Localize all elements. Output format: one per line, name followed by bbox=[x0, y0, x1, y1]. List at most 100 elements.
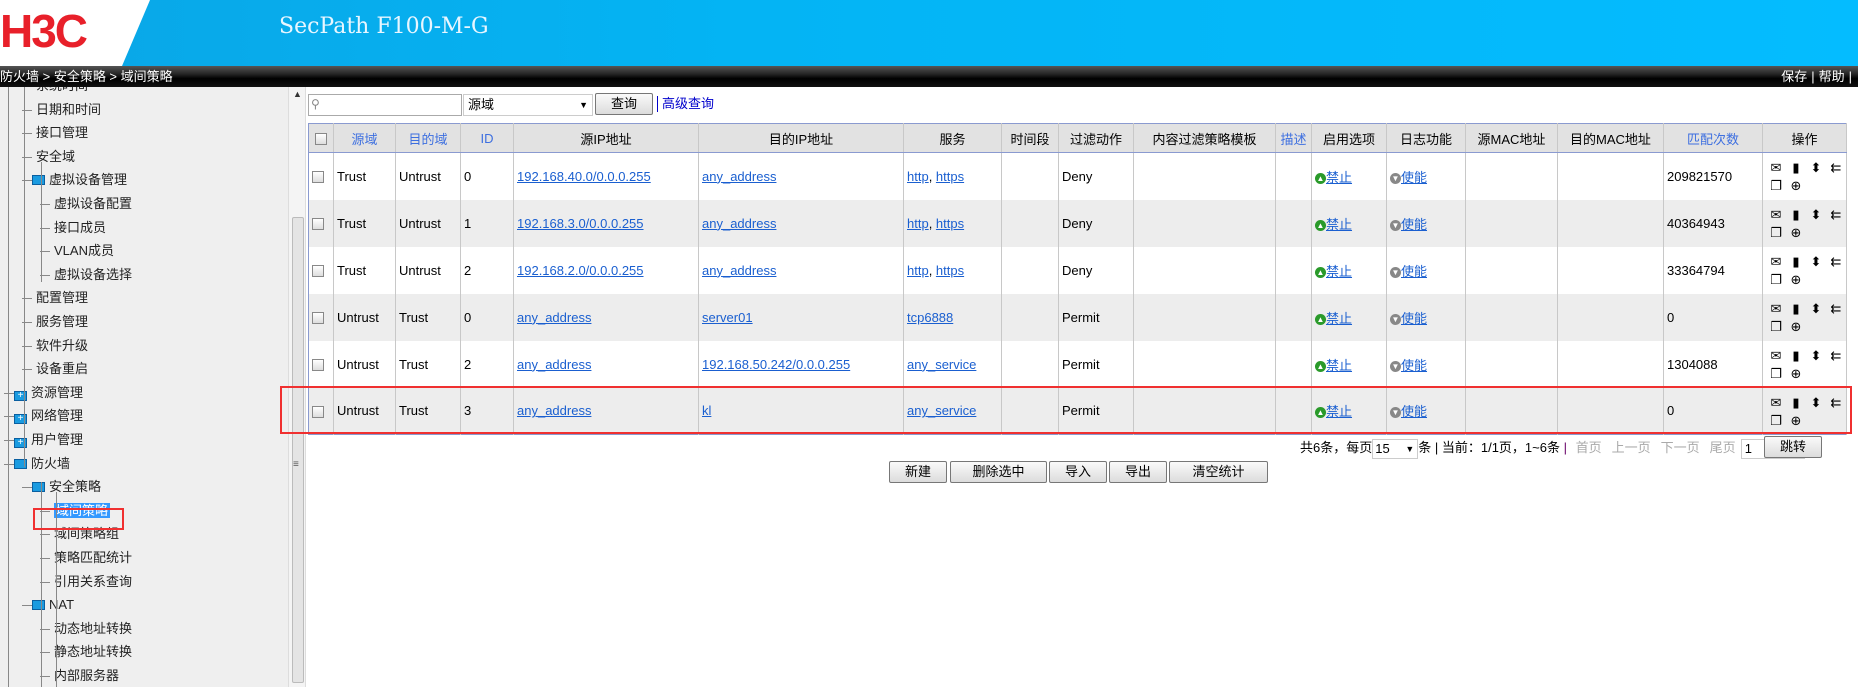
nav-item[interactable]: 策略匹配统计 bbox=[54, 547, 132, 569]
service-link[interactable]: http bbox=[907, 263, 929, 278]
scroll-up-icon[interactable]: ▲ bbox=[293, 89, 302, 99]
column-header[interactable]: 描述 bbox=[1275, 123, 1312, 153]
copy-icon[interactable]: ❐ bbox=[1766, 318, 1786, 336]
row-checkbox[interactable] bbox=[312, 312, 324, 325]
nav-item[interactable]: 虚拟设备选择 bbox=[54, 264, 132, 286]
dst-ip-link[interactable]: 192.168.50.242/0.0.0.255 bbox=[702, 357, 850, 372]
move-icon[interactable]: ⬍ bbox=[1806, 300, 1826, 318]
insert-icon[interactable]: ⇇ bbox=[1826, 206, 1846, 224]
nav-item[interactable]: 日期和时间 bbox=[36, 99, 101, 121]
select-all-checkbox[interactable] bbox=[315, 133, 327, 146]
delete-icon[interactable]: ▮ bbox=[1786, 253, 1806, 271]
log-enable-link[interactable]: 使能 bbox=[1401, 170, 1427, 185]
view-icon[interactable]: ⊕ bbox=[1786, 365, 1806, 383]
dst-ip-link[interactable]: server01 bbox=[702, 310, 753, 325]
service-link[interactable]: http bbox=[907, 216, 929, 231]
insert-icon[interactable]: ⇇ bbox=[1826, 253, 1846, 271]
delete-icon[interactable]: ▮ bbox=[1786, 159, 1806, 177]
nav-item[interactable]: 引用关系查询 bbox=[54, 571, 132, 593]
next-page-link[interactable]: 下一页 bbox=[1661, 440, 1700, 455]
disable-link[interactable]: 禁止 bbox=[1326, 358, 1352, 373]
delete-icon[interactable]: ▮ bbox=[1786, 347, 1806, 365]
service-link[interactable]: https bbox=[936, 216, 964, 231]
log-enable-link[interactable]: 使能 bbox=[1401, 358, 1427, 373]
dst-ip-link[interactable]: any_address bbox=[702, 169, 776, 184]
src-ip-link[interactable]: 192.168.3.0/0.0.0.255 bbox=[517, 216, 644, 231]
column-header[interactable]: 目的域 bbox=[395, 123, 461, 153]
row-checkbox[interactable] bbox=[312, 171, 324, 184]
insert-icon[interactable]: ⇇ bbox=[1826, 159, 1846, 177]
edit-icon[interactable]: ✉ bbox=[1766, 159, 1786, 177]
column-header[interactable]: ID bbox=[460, 123, 514, 153]
view-icon[interactable]: ⊕ bbox=[1786, 224, 1806, 242]
copy-icon[interactable]: ❐ bbox=[1766, 177, 1786, 195]
copy-icon[interactable]: ❐ bbox=[1766, 224, 1786, 242]
view-icon[interactable]: ⊕ bbox=[1786, 177, 1806, 195]
scrollbar-thumb[interactable] bbox=[292, 217, 304, 683]
disable-link[interactable]: 禁止 bbox=[1326, 311, 1352, 326]
jump-button[interactable]: 跳转 bbox=[1764, 436, 1822, 458]
nav-item[interactable]: 虚拟设备配置 bbox=[54, 193, 132, 215]
move-icon[interactable]: ⬍ bbox=[1806, 253, 1826, 271]
view-icon[interactable]: ⊕ bbox=[1786, 318, 1806, 336]
new-button[interactable]: 新建 bbox=[889, 461, 947, 483]
move-icon[interactable]: ⬍ bbox=[1806, 206, 1826, 224]
query-button[interactable]: 查询 bbox=[595, 93, 653, 115]
disable-link[interactable]: 禁止 bbox=[1326, 217, 1352, 232]
nav-item[interactable]: 配置管理 bbox=[36, 287, 88, 309]
nav-item[interactable]: 服务管理 bbox=[36, 311, 88, 333]
first-page-link[interactable]: 首页 bbox=[1576, 440, 1602, 455]
clear-stats-button[interactable]: 清空统计 bbox=[1169, 461, 1268, 483]
nav-item[interactable]: VLAN成员 bbox=[54, 240, 114, 262]
delete-selected-button[interactable]: 删除选中 bbox=[950, 461, 1047, 483]
copy-icon[interactable]: ❐ bbox=[1766, 365, 1786, 383]
delete-icon[interactable]: ▮ bbox=[1786, 300, 1806, 318]
column-header[interactable]: 源域 bbox=[333, 123, 396, 153]
nav-item[interactable]: 接口管理 bbox=[36, 122, 88, 144]
nav-item[interactable]: 防火墙 bbox=[14, 453, 70, 475]
nav-item[interactable]: 静态地址转换 bbox=[54, 641, 132, 663]
src-ip-link[interactable]: any_address bbox=[517, 357, 591, 372]
service-link[interactable]: any_service bbox=[907, 357, 976, 372]
nav-item[interactable]: 虚拟设备管理 bbox=[32, 169, 127, 191]
search-input[interactable]: ⚲ bbox=[308, 94, 462, 116]
insert-icon[interactable]: ⇇ bbox=[1826, 347, 1846, 365]
view-icon[interactable]: ⊕ bbox=[1786, 271, 1806, 289]
log-enable-link[interactable]: 使能 bbox=[1401, 217, 1427, 232]
row-checkbox[interactable] bbox=[312, 218, 324, 231]
log-enable-link[interactable]: 使能 bbox=[1401, 264, 1427, 279]
last-page-link[interactable]: 尾页 bbox=[1710, 440, 1736, 455]
edit-icon[interactable]: ✉ bbox=[1766, 206, 1786, 224]
dst-ip-link[interactable]: any_address bbox=[702, 216, 776, 231]
nav-item[interactable]: 软件升级 bbox=[36, 335, 88, 357]
search-field-select[interactable]: 源域 ▼ bbox=[463, 94, 593, 116]
nav-item[interactable]: 系统时间 bbox=[36, 87, 88, 97]
save-link[interactable]: 保存 bbox=[1781, 69, 1807, 84]
service-link[interactable]: http bbox=[907, 169, 929, 184]
service-link[interactable]: https bbox=[936, 169, 964, 184]
insert-icon[interactable]: ⇇ bbox=[1826, 300, 1846, 318]
nav-item[interactable]: 安全策略 bbox=[32, 476, 101, 498]
delete-icon[interactable]: ▮ bbox=[1786, 206, 1806, 224]
dst-ip-link[interactable]: any_address bbox=[702, 263, 776, 278]
src-ip-link[interactable]: any_address bbox=[517, 310, 591, 325]
log-enable-link[interactable]: 使能 bbox=[1401, 311, 1427, 326]
edit-icon[interactable]: ✉ bbox=[1766, 347, 1786, 365]
import-button[interactable]: 导入 bbox=[1049, 461, 1107, 483]
disable-link[interactable]: 禁止 bbox=[1326, 170, 1352, 185]
move-icon[interactable]: ⬍ bbox=[1806, 347, 1826, 365]
row-checkbox[interactable] bbox=[312, 265, 324, 278]
prev-page-link[interactable]: 上一页 bbox=[1612, 440, 1651, 455]
copy-icon[interactable]: ❐ bbox=[1766, 271, 1786, 289]
export-button[interactable]: 导出 bbox=[1109, 461, 1167, 483]
service-link[interactable]: https bbox=[936, 263, 964, 278]
row-checkbox[interactable] bbox=[312, 359, 324, 372]
src-ip-link[interactable]: 192.168.2.0/0.0.0.255 bbox=[517, 263, 644, 278]
per-page-select[interactable]: 15 ▼ bbox=[1372, 438, 1419, 459]
nav-item[interactable]: 动态地址转换 bbox=[54, 618, 132, 640]
nav-item[interactable]: 内部服务器 bbox=[54, 665, 119, 687]
nav-item[interactable]: NAT bbox=[32, 594, 74, 616]
splitter-grip-icon[interactable]: ≡ bbox=[293, 459, 299, 470]
advanced-query-link[interactable]: 高级查询 bbox=[657, 96, 714, 112]
edit-icon[interactable]: ✉ bbox=[1766, 300, 1786, 318]
